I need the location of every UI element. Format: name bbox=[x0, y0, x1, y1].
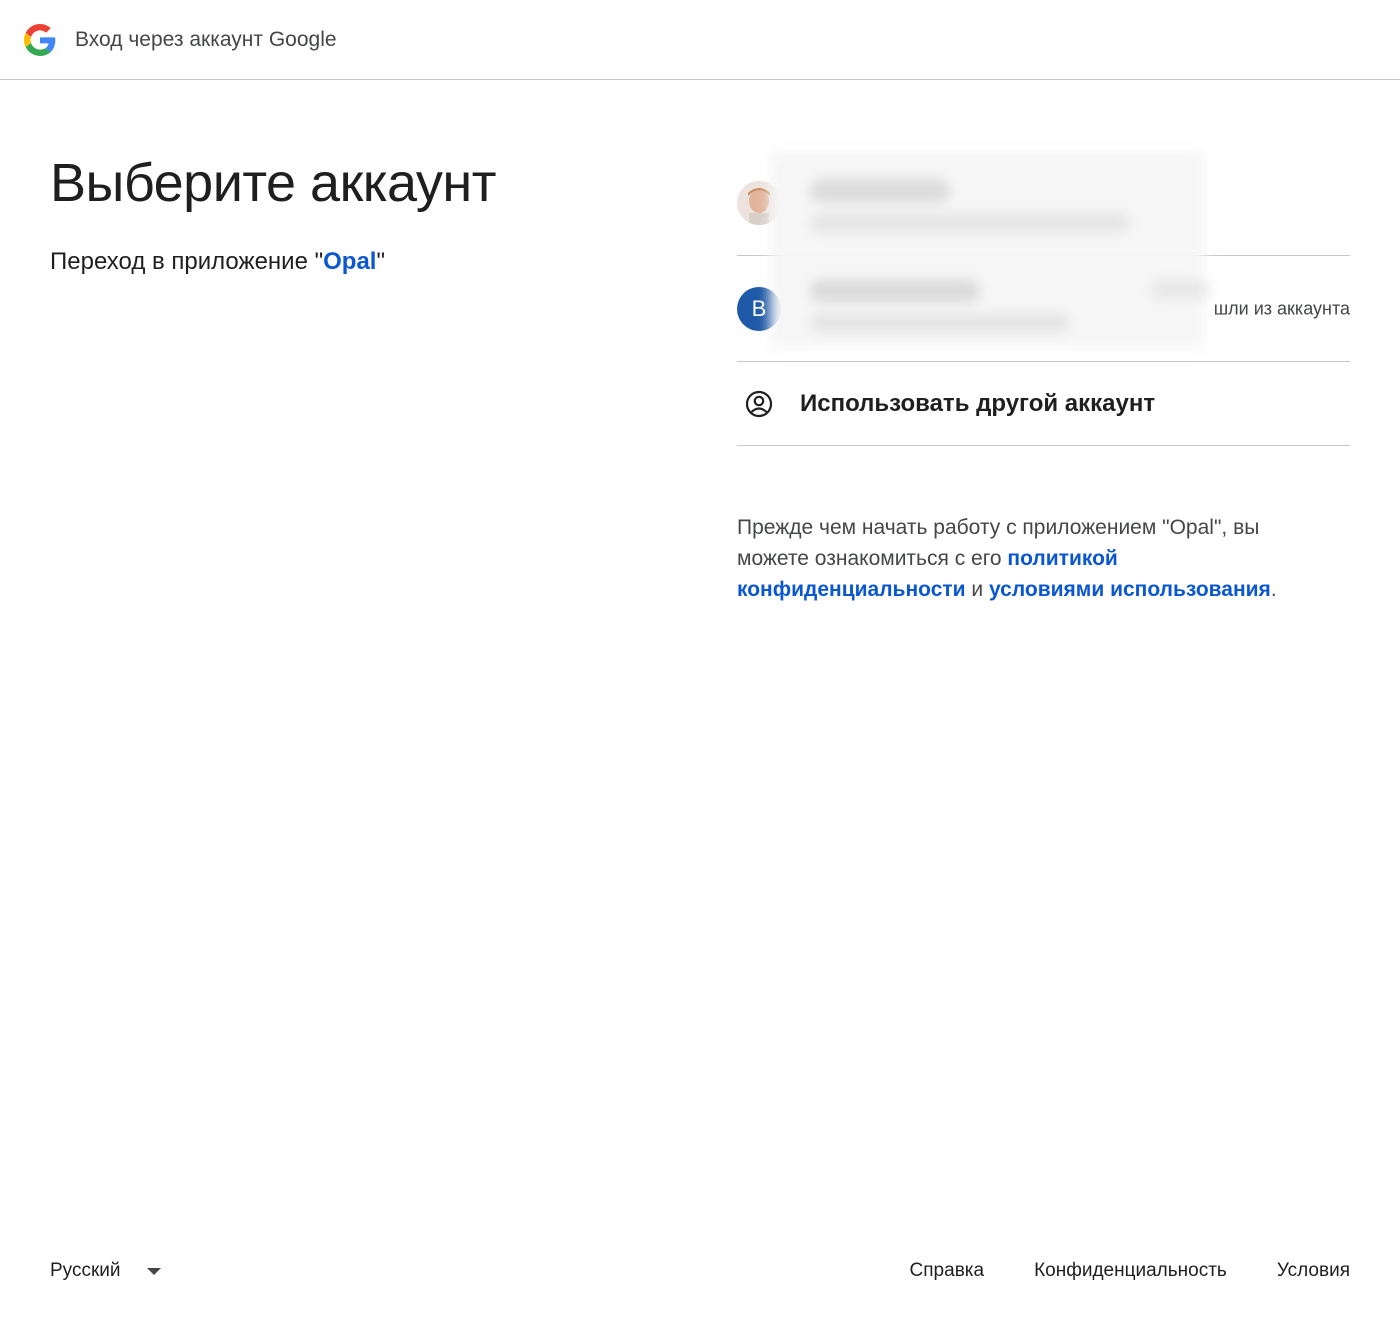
app-name-link[interactable]: Opal bbox=[323, 248, 376, 275]
google-g-icon bbox=[24, 23, 56, 56]
policy-text-2: и bbox=[965, 578, 989, 601]
caret-down-icon bbox=[146, 1267, 161, 1275]
terms-of-use-link[interactable]: условиями использования bbox=[989, 578, 1271, 601]
footer: Русский Справка Конфиденциальность Услов… bbox=[0, 1252, 1400, 1292]
terms-link[interactable]: Условия bbox=[1277, 1260, 1350, 1282]
signed-out-status: шли из аккаунта bbox=[1213, 298, 1350, 318]
header: Вход через аккаунт Google bbox=[0, 0, 1400, 80]
subtitle: Переход в приложение "Opal" bbox=[50, 248, 690, 276]
intro-panel: Выберите аккаунт Переход в приложение "O… bbox=[50, 150, 690, 276]
footer-links: Справка Конфиденциальность Условия bbox=[910, 1260, 1350, 1282]
page-title: Выберите аккаунт bbox=[50, 153, 497, 213]
language-label: Русский bbox=[50, 1260, 121, 1281]
use-another-account-button[interactable]: Использовать другой аккаунт bbox=[737, 362, 1350, 446]
subtitle-suffix: " bbox=[376, 248, 385, 275]
language-selector[interactable]: Русский bbox=[50, 1260, 161, 1282]
policy-notice: Прежде чем начать работу с приложением "… bbox=[737, 512, 1337, 605]
privacy-link[interactable]: Конфиденциальность bbox=[1034, 1260, 1227, 1282]
policy-text-1: Прежде чем начать работу с приложением "… bbox=[737, 516, 1260, 570]
policy-text-3: . bbox=[1270, 578, 1277, 601]
help-link[interactable]: Справка bbox=[910, 1260, 985, 1282]
use-another-account-label: Использовать другой аккаунт bbox=[800, 389, 1156, 417]
header-title: Вход через аккаунт Google bbox=[75, 27, 337, 51]
subtitle-prefix: Переход в приложение " bbox=[50, 248, 324, 275]
account-circle-icon bbox=[737, 390, 781, 418]
privacy-blur-overlay bbox=[770, 152, 1210, 348]
